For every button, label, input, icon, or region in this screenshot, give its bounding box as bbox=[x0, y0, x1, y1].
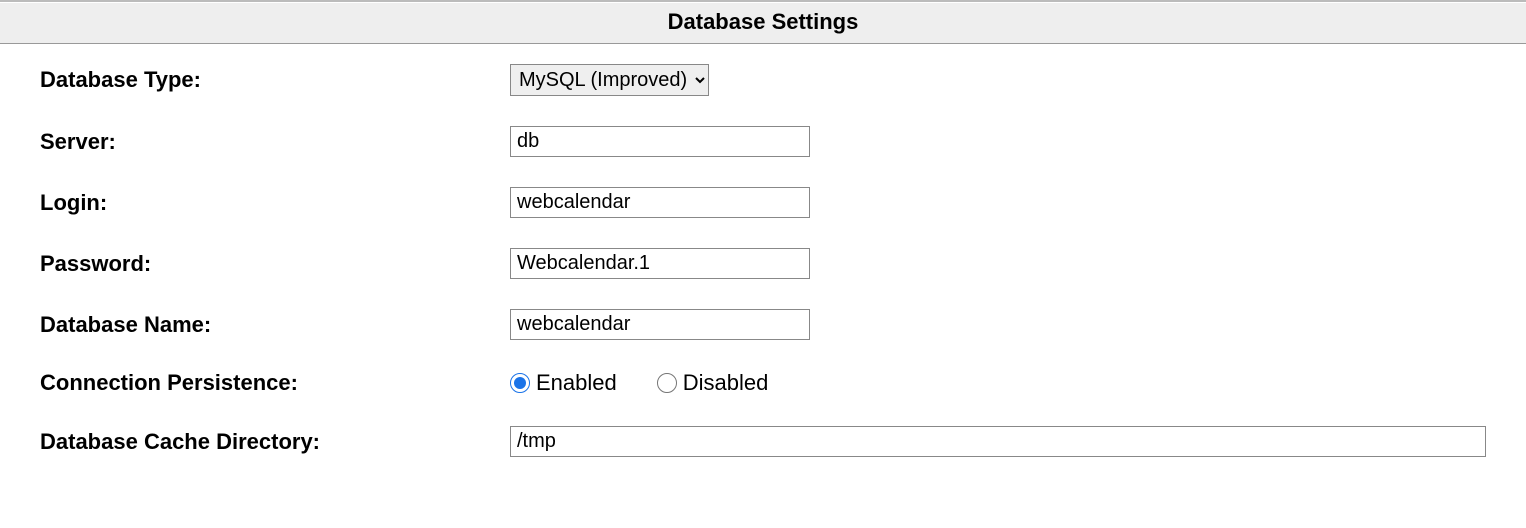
settings-form: Database Type: MySQL (Improved) Server: … bbox=[0, 44, 1526, 477]
login-input[interactable] bbox=[510, 187, 810, 218]
cache-directory-input[interactable] bbox=[510, 426, 1486, 457]
label-cache-directory: Database Cache Directory: bbox=[40, 429, 510, 455]
label-database-type: Database Type: bbox=[40, 67, 510, 93]
server-input[interactable] bbox=[510, 126, 810, 157]
row-database-type: Database Type: MySQL (Improved) bbox=[40, 64, 1486, 96]
radio-enabled-label: Enabled bbox=[536, 370, 617, 396]
radio-disabled-label: Disabled bbox=[683, 370, 769, 396]
panel-title: Database Settings bbox=[0, 2, 1526, 44]
database-type-select[interactable]: MySQL (Improved) bbox=[510, 64, 709, 96]
label-server: Server: bbox=[40, 129, 510, 155]
row-connection-persistence: Connection Persistence: Enabled Disabled bbox=[40, 370, 1486, 396]
row-server: Server: bbox=[40, 126, 1486, 157]
label-login: Login: bbox=[40, 190, 510, 216]
label-password: Password: bbox=[40, 251, 510, 277]
label-connection-persistence: Connection Persistence: bbox=[40, 370, 510, 396]
database-name-input[interactable] bbox=[510, 309, 810, 340]
row-database-name: Database Name: bbox=[40, 309, 1486, 340]
password-input[interactable] bbox=[510, 248, 810, 279]
radio-option-enabled[interactable]: Enabled bbox=[510, 370, 617, 396]
connection-persistence-group: Enabled Disabled bbox=[510, 370, 768, 396]
radio-disabled[interactable] bbox=[657, 373, 677, 393]
label-database-name: Database Name: bbox=[40, 312, 510, 338]
row-login: Login: bbox=[40, 187, 1486, 218]
row-cache-directory: Database Cache Directory: bbox=[40, 426, 1486, 457]
radio-option-disabled[interactable]: Disabled bbox=[657, 370, 769, 396]
row-password: Password: bbox=[40, 248, 1486, 279]
radio-enabled[interactable] bbox=[510, 373, 530, 393]
database-settings-panel: Database Settings Database Type: MySQL (… bbox=[0, 0, 1526, 477]
